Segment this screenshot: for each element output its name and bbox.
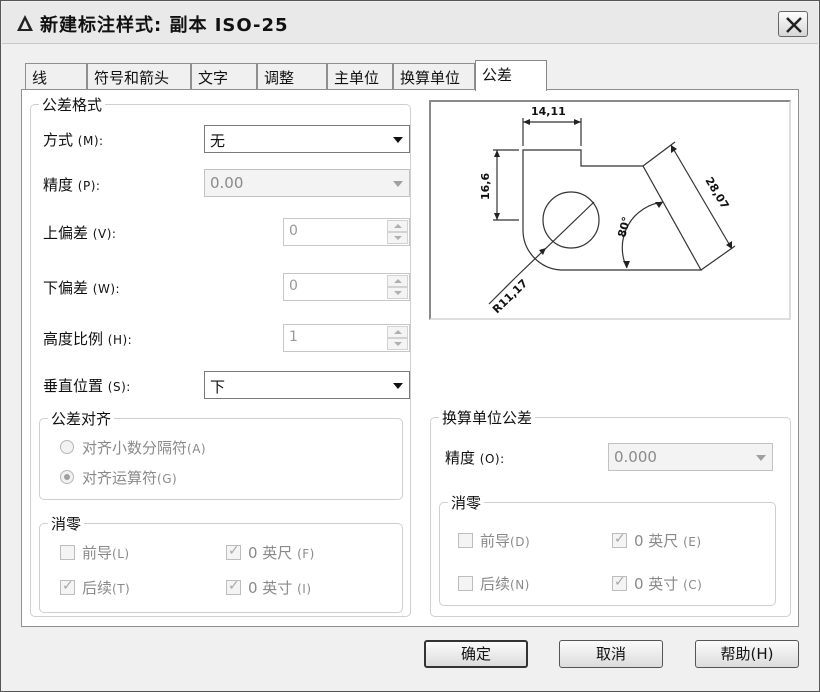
dialog-title: 新建标注样式: 副本 ISO-25 bbox=[40, 15, 289, 36]
height-scale-value: 1 bbox=[289, 329, 298, 345]
spin-up-icon[interactable] bbox=[387, 275, 408, 287]
height-scale-spinner[interactable]: 1 bbox=[283, 324, 410, 352]
feet-checkbox[interactable]: ✓ bbox=[226, 543, 241, 560]
chevron-down-icon bbox=[756, 455, 766, 461]
cancel-button[interactable]: 取消 bbox=[559, 640, 663, 668]
method-label: 方式 (M): bbox=[43, 131, 104, 149]
dialog-window: 新建标注样式: 副本 ISO-25 线 符号和箭头 文字 调整 主单位 换算单位… bbox=[0, 0, 820, 692]
close-icon bbox=[786, 17, 802, 33]
tab-symbols-arrows[interactable]: 符号和箭头 bbox=[87, 63, 191, 90]
check-icon: ✓ bbox=[228, 543, 240, 559]
dimension-preview: 14,11 16,6 28,07 80° R11,17 bbox=[429, 100, 791, 320]
trailing-label: 后续(T) bbox=[82, 579, 131, 597]
tab-primary-units[interactable]: 主单位 bbox=[327, 63, 393, 90]
align-operator-label: 对齐运算符(G) bbox=[82, 469, 178, 487]
tab-lines[interactable]: 线 bbox=[25, 63, 87, 90]
lower-deviation-spinner[interactable]: 0 bbox=[283, 273, 410, 301]
preview-dim-left: 16,6 bbox=[479, 173, 492, 200]
lower-deviation-value: 0 bbox=[289, 278, 298, 294]
alt-trailing-label: 后续(N) bbox=[480, 575, 530, 593]
height-scale-label: 高度比例 (H): bbox=[43, 330, 133, 348]
upper-deviation-value: 0 bbox=[289, 223, 298, 239]
inches-label: 0 英寸 (I) bbox=[248, 579, 312, 597]
precision-label: 精度 (P): bbox=[43, 176, 101, 194]
chevron-down-icon bbox=[393, 137, 403, 143]
leading-checkbox[interactable] bbox=[60, 545, 75, 560]
align-operator-radio[interactable] bbox=[60, 470, 74, 484]
alt-precision-label: 精度 (O): bbox=[445, 449, 505, 467]
alternate-unit-tolerance-group: 换算单位公差 精度 (O): 0.000 消零 前导(D) ✓ 0 英尺 (E)… bbox=[430, 407, 791, 617]
vertical-position-dropdown[interactable]: 下 bbox=[204, 371, 410, 399]
vertical-position-value: 下 bbox=[210, 378, 226, 396]
ok-button[interactable]: 确定 bbox=[424, 640, 528, 668]
precision-value: 0.00 bbox=[210, 174, 244, 192]
alt-precision-value: 0.000 bbox=[614, 448, 657, 466]
autocad-logo-icon bbox=[17, 15, 33, 31]
title-bar[interactable]: 新建标注样式: 副本 ISO-25 bbox=[2, 2, 818, 44]
upper-deviation-label: 上偏差 (V): bbox=[43, 224, 117, 242]
check-icon: ✓ bbox=[228, 578, 240, 594]
tolerance-alignment-group: 公差对齐 对齐小数分隔符(A) 对齐运算符(G) bbox=[39, 408, 403, 500]
alt-precision-dropdown[interactable]: 0.000 bbox=[608, 443, 773, 471]
inches-checkbox[interactable]: ✓ bbox=[226, 578, 241, 595]
tab-tolerances[interactable]: 公差 bbox=[475, 60, 547, 91]
preview-drawing: 14,11 16,6 28,07 80° R11,17 bbox=[479, 105, 736, 316]
check-icon: ✓ bbox=[62, 578, 74, 594]
alt-leading-checkbox[interactable] bbox=[458, 533, 473, 548]
group-legend: 公差格式 bbox=[39, 94, 106, 115]
group-legend: 消零 bbox=[48, 513, 85, 534]
preview-dim-top: 14,11 bbox=[531, 105, 566, 118]
tab-panel-tolerances: 公差格式 方式 (M): 无 精度 (P): 0.00 上偏差 (V): 0 下… bbox=[21, 89, 799, 627]
tab-alternate-units[interactable]: 换算单位 bbox=[393, 63, 475, 90]
method-value: 无 bbox=[210, 132, 226, 150]
vertical-position-label: 垂直位置 (S): bbox=[43, 377, 131, 395]
spin-down-icon[interactable] bbox=[387, 338, 408, 350]
help-button[interactable]: 帮助(H) bbox=[695, 640, 799, 668]
method-dropdown[interactable]: 无 bbox=[204, 125, 410, 153]
alt-inches-label: 0 英寸 (C) bbox=[634, 575, 703, 593]
align-decimal-radio[interactable] bbox=[60, 440, 74, 454]
spin-up-icon[interactable] bbox=[387, 220, 408, 232]
upper-deviation-spinner[interactable]: 0 bbox=[283, 218, 410, 246]
group-legend: 换算单位公差 bbox=[439, 407, 536, 428]
group-legend: 公差对齐 bbox=[48, 408, 115, 429]
alt-zero-suppression-group: 消零 前导(D) ✓ 0 英尺 (E) 后续(N) ✓ 0 英寸 (C) bbox=[439, 492, 776, 606]
preview-dim-angle: 80° bbox=[615, 215, 633, 238]
trailing-checkbox[interactable]: ✓ bbox=[60, 578, 75, 595]
alt-trailing-checkbox[interactable] bbox=[458, 576, 473, 591]
tolerance-format-group: 公差格式 方式 (M): 无 精度 (P): 0.00 上偏差 (V): 0 下… bbox=[30, 94, 411, 617]
alt-feet-label: 0 英尺 (E) bbox=[634, 532, 702, 550]
lower-deviation-label: 下偏差 (W): bbox=[43, 279, 121, 297]
tab-fit[interactable]: 调整 bbox=[257, 63, 327, 90]
check-icon: ✓ bbox=[614, 574, 626, 590]
spin-up-icon[interactable] bbox=[387, 326, 408, 338]
alt-leading-label: 前导(D) bbox=[480, 532, 531, 550]
chevron-down-icon bbox=[393, 181, 403, 187]
spin-down-icon[interactable] bbox=[387, 232, 408, 244]
feet-label: 0 英尺 (F) bbox=[248, 544, 315, 562]
precision-dropdown[interactable]: 0.00 bbox=[204, 169, 410, 197]
group-legend: 消零 bbox=[448, 492, 485, 513]
check-icon: ✓ bbox=[614, 531, 626, 547]
align-decimal-label: 对齐小数分隔符(A) bbox=[82, 439, 207, 457]
spin-down-icon[interactable] bbox=[387, 287, 408, 299]
zero-suppression-group: 消零 前导(L) ✓ 0 英尺 (F) ✓ 后续(T) ✓ 0 英寸 (I) bbox=[39, 513, 403, 613]
alt-inches-checkbox[interactable]: ✓ bbox=[612, 574, 627, 591]
alt-feet-checkbox[interactable]: ✓ bbox=[612, 531, 627, 548]
close-button[interactable] bbox=[778, 11, 808, 37]
tab-text[interactable]: 文字 bbox=[191, 63, 257, 90]
leading-label: 前导(L) bbox=[82, 544, 130, 562]
chevron-down-icon bbox=[393, 383, 403, 389]
